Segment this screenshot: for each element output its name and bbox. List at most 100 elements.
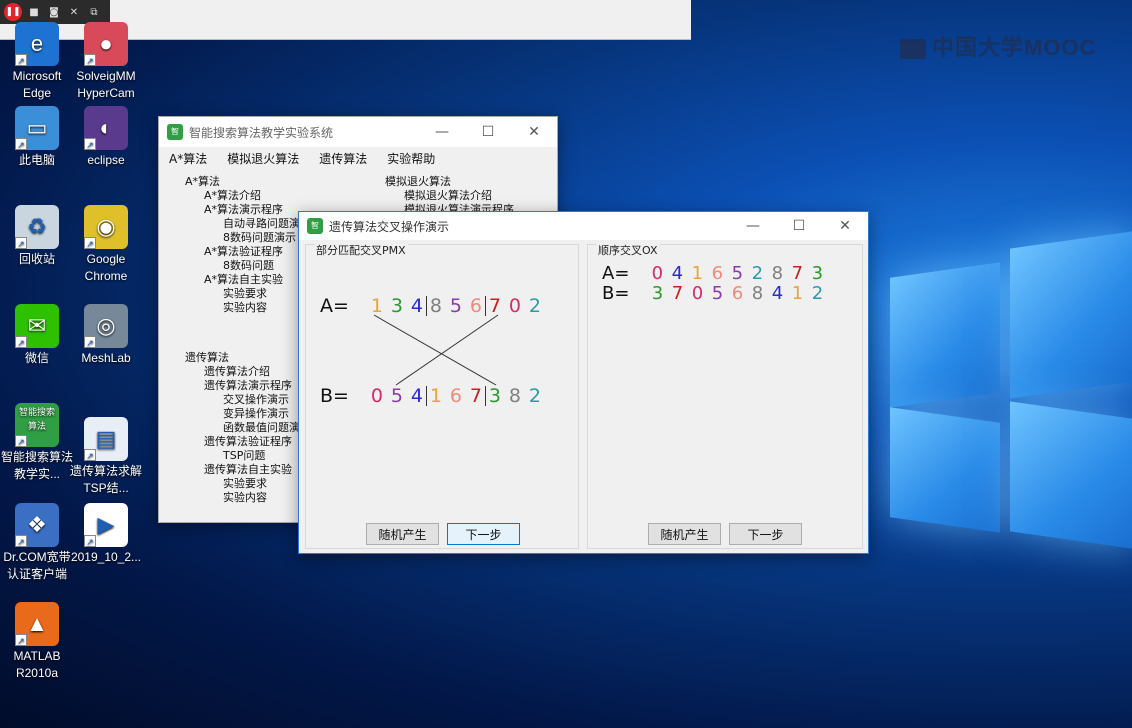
tree-item[interactable]: A*算法 — [185, 175, 300, 189]
tree-item[interactable]: 遗传算法验证程序 — [185, 435, 300, 449]
logo-pane — [890, 262, 1000, 408]
pause-icon[interactable]: ❚❚ — [4, 3, 22, 21]
desktop-icon[interactable]: 智能搜索算法 ↗ 智能搜索算法教学实... — [0, 403, 74, 483]
app-shortcut-icon: ◐ ↗ — [84, 106, 128, 150]
pmx-seq-b: B= 054167382 — [320, 385, 545, 407]
shortcut-arrow-icon: ↗ — [84, 138, 96, 150]
main-window-title: 智能搜索算法教学实验系统 — [189, 125, 334, 140]
gene-digit: 1 — [691, 263, 704, 284]
close-icon[interactable]: ✕ — [511, 117, 557, 147]
menu-annealing[interactable]: 模拟退火算法 — [227, 150, 299, 167]
gene-digit: 4 — [410, 385, 424, 407]
camera-icon[interactable]: ◙ — [46, 4, 62, 20]
mooc-watermark: 中国大学MOOC — [900, 30, 1096, 62]
gene-digit: 4 — [771, 283, 784, 304]
shortcut-arrow-icon: ↗ — [84, 54, 96, 66]
menu-genetic[interactable]: 遗传算法 — [319, 150, 367, 167]
tree-item[interactable]: A*算法自主实验 — [185, 273, 300, 287]
mute-icon[interactable]: ✕ — [66, 4, 82, 20]
stop-icon[interactable]: ■ — [26, 4, 42, 20]
desktop-icon-label: Microsoft Edge — [12, 69, 62, 100]
desktop-icon-label: 2019_10_2... — [70, 550, 142, 564]
tree-item[interactable]: 实验内容 — [185, 491, 300, 505]
tree-item[interactable]: 实验内容 — [185, 301, 300, 315]
gene-digit: 0 — [691, 283, 704, 304]
shortcut-arrow-icon: ↗ — [15, 634, 27, 646]
desktop-icon[interactable]: ▭ ↗ 此电脑 — [0, 106, 74, 169]
tree-item[interactable]: 8数码问题 — [185, 259, 300, 273]
app-icon: 智 — [307, 218, 323, 234]
shortcut-arrow-icon: ↗ — [15, 535, 27, 547]
desktop-icon[interactable]: ♻ ↗ 回收站 — [0, 205, 74, 268]
tree-item[interactable]: 遗传算法 — [185, 351, 300, 365]
menu-astar[interactable]: A*算法 — [169, 150, 207, 167]
pmx-random-button[interactable]: 随机产生 — [366, 523, 439, 545]
shortcut-arrow-icon: ↗ — [15, 435, 27, 447]
desktop-icon[interactable]: ◉ ↗ Google Chrome — [69, 205, 143, 285]
gene-digit: 8 — [751, 283, 764, 304]
gene-digit: 3 — [811, 263, 824, 284]
tree-item[interactable]: TSP问题 — [185, 449, 300, 463]
gene-digit: 5 — [711, 283, 724, 304]
tree-item[interactable]: 变异操作演示 — [185, 407, 300, 421]
shortcut-arrow-icon: ↗ — [15, 237, 27, 249]
tree-item[interactable]: 交叉操作演示 — [185, 393, 300, 407]
menu-help[interactable]: 实验帮助 — [387, 150, 435, 167]
tree-item[interactable]: 遗传算法介绍 — [185, 365, 300, 379]
tree-item[interactable]: 自动寻路问题演 — [185, 217, 300, 231]
desktop-icon[interactable]: ▶ ↗ 2019_10_2... — [69, 503, 143, 566]
desktop-icon[interactable]: ❖ ↗ Dr.COM宽带认证客户端 — [0, 503, 74, 583]
gene-digit: 2 — [811, 283, 824, 304]
shortcut-arrow-icon: ↗ — [15, 54, 27, 66]
desktop-icon[interactable]: ● ↗ SolveigMM HyperCam — [69, 22, 143, 102]
mooc-icon — [900, 39, 926, 60]
ox-next-button[interactable]: 下一步 — [729, 523, 802, 545]
tree-item[interactable]: 函数最值问题演 — [185, 421, 300, 435]
ox-seq-a: A= 041652873 — [602, 263, 827, 284]
desktop-icon[interactable]: ✉ ↗ 微信 — [0, 304, 74, 367]
app-icon: 智 — [167, 124, 183, 140]
ox-random-button[interactable]: 随机产生 — [648, 523, 721, 545]
tree-genetic: 遗传算法 遗传算法介绍 遗传算法演示程序 交叉操作演示 变异操作演示 函数最值问题演 遗传算… — [185, 351, 300, 505]
ox-title: 顺序交叉OX — [596, 242, 660, 258]
desktop-icon[interactable]: ▤ ↗ 遗传算法求解TSP结... — [69, 417, 143, 497]
tree-item[interactable]: 模拟退火算法 — [385, 175, 514, 189]
app-shortcut-icon: ● ↗ — [84, 22, 128, 66]
desktop-icon[interactable]: ◎ ↗ MeshLab — [69, 304, 143, 367]
desktop-icon[interactable]: e ↗ Microsoft Edge — [0, 22, 74, 102]
tree-item[interactable]: A*算法介绍 — [185, 189, 300, 203]
shortcut-arrow-icon: ↗ — [84, 449, 96, 461]
windows-logo — [870, 230, 1132, 728]
app-shortcut-icon: ◉ ↗ — [84, 205, 128, 249]
gene-digit: 3 — [651, 283, 664, 304]
tree-item[interactable]: 实验要求 — [185, 477, 300, 491]
tree-item[interactable]: 模拟退火算法介绍 — [385, 189, 514, 203]
desktop-icon-label: eclipse — [87, 153, 125, 167]
desktop-icon[interactable]: ▲ ↗ MATLAB R2010a — [0, 602, 74, 682]
tree-item[interactable]: 遗传算法自主实验 — [185, 463, 300, 477]
tree-item[interactable]: 遗传算法演示程序 — [185, 379, 300, 393]
minimize-icon[interactable]: — — [730, 212, 776, 240]
app-shortcut-icon: ♻ ↗ — [15, 205, 59, 249]
main-menubar: A*算法 模拟退火算法 遗传算法 实验帮助 — [159, 147, 557, 169]
window-icon[interactable]: ⧉ — [86, 4, 102, 20]
app-shortcut-icon: ◎ ↗ — [84, 304, 128, 348]
tree-item[interactable]: 8数码问题演示 — [185, 231, 300, 245]
app-shortcut-icon: ❖ ↗ — [15, 503, 59, 547]
ox-seq-b: B= 370568412 — [602, 283, 827, 304]
app-shortcut-icon: ✉ ↗ — [15, 304, 59, 348]
minimize-icon[interactable]: — — [419, 117, 465, 147]
desktop-icon-label: 回收站 — [18, 252, 55, 266]
maximize-icon[interactable]: ☐ — [465, 117, 511, 147]
desktop-icon-label: 微信 — [24, 351, 49, 365]
desktop-icon[interactable]: ◐ ↗ eclipse — [69, 106, 143, 169]
maximize-icon[interactable]: ☐ — [776, 212, 822, 240]
desktop-icon-label: Google Chrome — [84, 252, 128, 283]
shortcut-arrow-icon: ↗ — [84, 535, 96, 547]
tree-item[interactable]: 实验要求 — [185, 287, 300, 301]
tree-item[interactable]: A*算法验证程序 — [185, 245, 300, 259]
close-icon[interactable]: ✕ — [822, 212, 868, 240]
tree-item[interactable]: A*算法演示程序 — [185, 203, 300, 217]
gene-digit: 8 — [771, 263, 784, 284]
pmx-next-button[interactable]: 下一步 — [447, 523, 520, 545]
